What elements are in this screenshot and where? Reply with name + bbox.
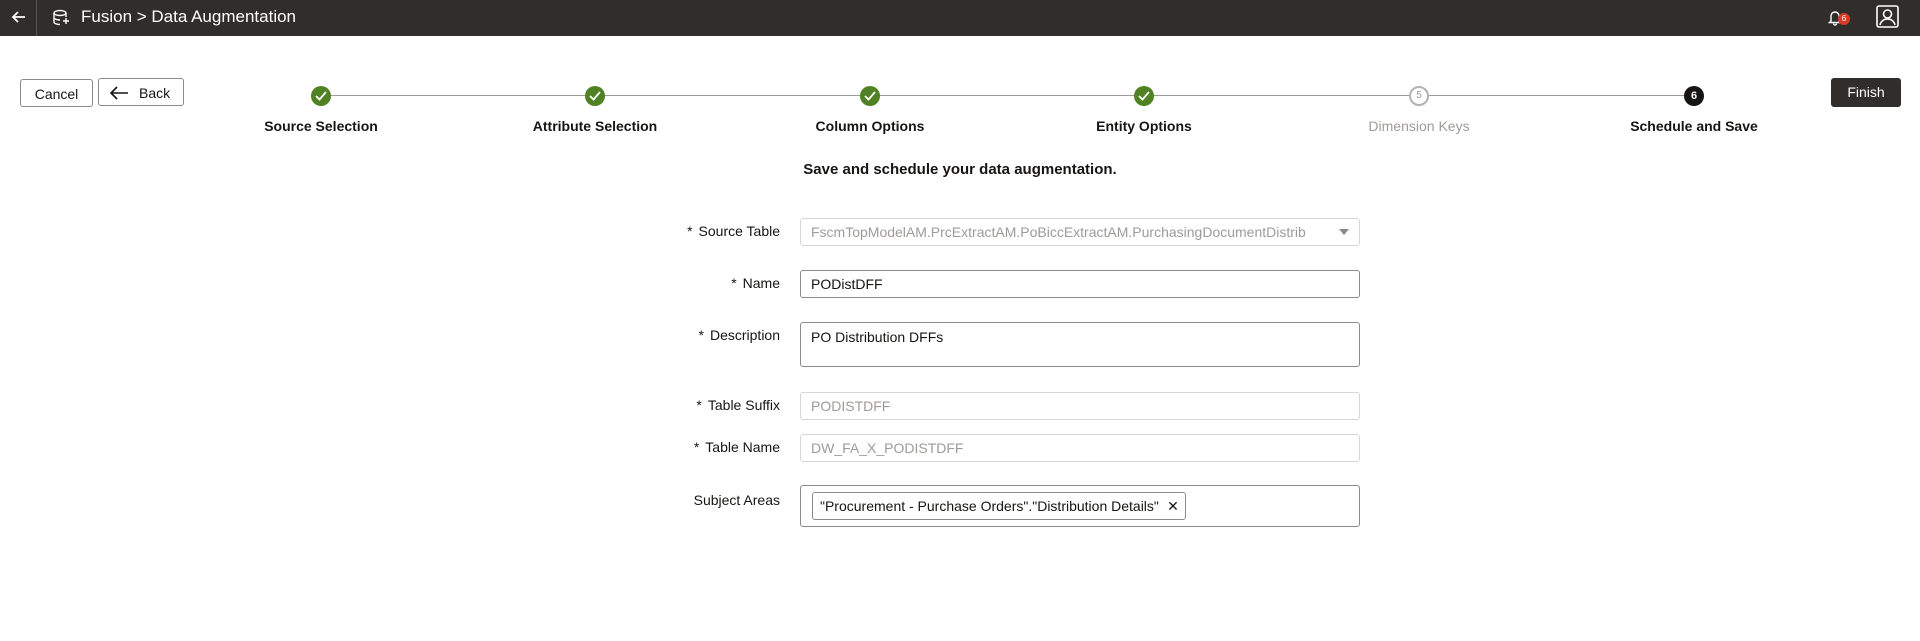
name-field[interactable]: PODistDFF [800,270,1360,298]
table-name-label-text: Table Name [705,439,780,455]
required-asterisk: * [687,223,693,239]
back-button[interactable]: Back [98,78,184,106]
top-bar: Fusion > Data Augmentation 6 [0,0,1920,36]
name-label-text: Name [742,275,780,291]
source-table-select[interactable]: FscmTopModelAM.PrcExtractAM.PoBiccExtrac… [800,218,1360,246]
step-label-dimension-keys[interactable]: Dimension Keys [1299,118,1539,134]
topbar-divider [36,0,37,36]
step-6-indicator[interactable]: 6 [1684,86,1704,106]
step-label-column-options[interactable]: Column Options [750,118,990,134]
chevron-down-icon[interactable] [1339,229,1349,235]
cancel-button[interactable]: Cancel [20,79,93,107]
finish-button[interactable]: Finish [1831,78,1901,107]
step-3-complete-icon[interactable] [860,86,880,106]
arrow-left-icon [109,86,128,100]
subject-areas-field[interactable]: "Procurement - Purchase Orders"."Distrib… [800,485,1360,527]
close-icon[interactable]: ✕ [1167,493,1179,519]
page-title: Fusion > Data Augmentation [81,7,296,26]
table-name-field: DW_FA_X_PODISTDFF [800,434,1360,462]
source-table-label: * Source Table [687,223,780,239]
step-2-complete-icon[interactable] [585,86,605,106]
instruction-text: Save and schedule your data augmentation… [803,161,1117,178]
back-arrow-icon[interactable] [8,6,30,28]
table-suffix-field: PODISTDFF [800,392,1360,420]
required-asterisk: * [696,397,702,413]
description-label: * Description [699,327,780,343]
user-profile-icon[interactable] [1875,4,1900,29]
back-button-label: Back [139,85,171,101]
step-label-attribute-selection[interactable]: Attribute Selection [475,118,715,134]
notification-badge: 6 [1838,13,1850,25]
step-5-indicator[interactable]: 5 [1409,86,1429,106]
database-icon [52,9,70,27]
required-asterisk: * [693,439,700,455]
step-label-entity-options[interactable]: Entity Options [1024,118,1264,134]
source-table-label-text: Source Table [698,223,780,239]
table-name-label: * Table Name [694,439,780,455]
description-field[interactable]: PO Distribution DFFs [800,322,1360,367]
step-label-schedule-and-save[interactable]: Schedule and Save [1574,118,1814,134]
table-suffix-label: * Table Suffix [696,397,780,413]
name-label: * Name [731,275,780,291]
required-asterisk: * [698,327,704,343]
subject-area-chip[interactable]: "Procurement - Purchase Orders"."Distrib… [812,492,1186,520]
source-table-value: FscmTopModelAM.PrcExtractAM.PoBiccExtrac… [811,224,1306,240]
subject-areas-label: Subject Areas [693,492,780,508]
step-label-source-selection[interactable]: Source Selection [201,118,441,134]
train-connector [321,95,1695,96]
step-4-complete-icon[interactable] [1134,86,1154,106]
description-label-text: Description [709,327,780,343]
required-asterisk: * [731,275,737,291]
table-suffix-label-text: Table Suffix [707,397,780,413]
step-1-complete-icon[interactable] [311,86,331,106]
subject-area-chip-label: "Procurement - Purchase Orders"."Distrib… [820,498,1159,514]
